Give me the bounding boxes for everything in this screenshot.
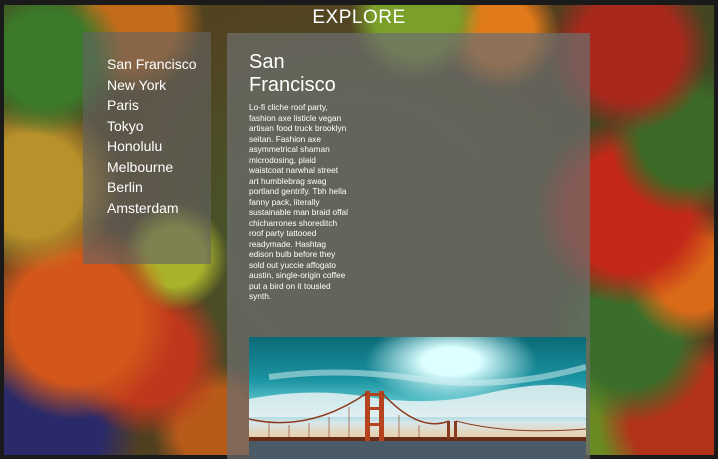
sidebar-item-berlin[interactable]: Berlin xyxy=(107,179,211,196)
sidebar-item-honolulu[interactable]: Honolulu xyxy=(107,138,211,155)
sidebar-item-amsterdam[interactable]: Amsterdam xyxy=(107,200,211,217)
sidebar-item-paris[interactable]: Paris xyxy=(107,97,211,114)
city-sidebar: San Francisco New York Paris Tokyo Honol… xyxy=(83,32,211,264)
city-heading: San Francisco xyxy=(249,51,336,96)
golden-gate-bridge-photo xyxy=(249,337,586,459)
bridge-illustration xyxy=(249,364,586,459)
sidebar-item-new-york[interactable]: New York xyxy=(107,77,211,94)
city-content-panel: San Francisco Lo-fi cliche roof party, f… xyxy=(227,33,590,459)
sidebar-item-san-francisco[interactable]: San Francisco xyxy=(107,56,211,73)
city-description: Lo-fi cliche roof party, fashion axe lis… xyxy=(249,102,349,301)
sidebar-item-melbourne[interactable]: Melbourne xyxy=(107,159,211,176)
sidebar-item-tokyo[interactable]: Tokyo xyxy=(107,118,211,135)
city-list: San Francisco New York Paris Tokyo Honol… xyxy=(83,32,211,217)
page-title: EXPLORE xyxy=(312,7,406,28)
